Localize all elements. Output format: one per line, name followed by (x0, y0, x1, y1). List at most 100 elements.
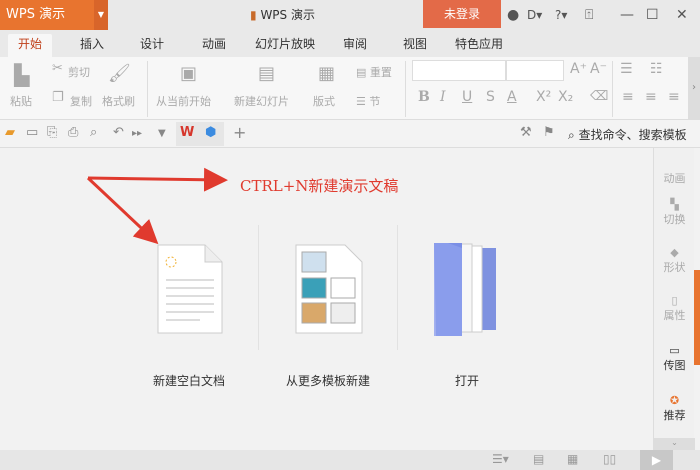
panel-animation[interactable]: 动画 (654, 170, 695, 186)
tab-animation[interactable]: 动画 (202, 34, 226, 57)
save-as-icon[interactable]: ⎘ (47, 125, 57, 140)
new-slide-button[interactable]: 新建幻灯片 (234, 93, 289, 109)
grow-font-icon[interactable]: A⁺ (570, 61, 587, 77)
tab-design[interactable]: 设计 (140, 34, 164, 57)
superscript-button[interactable]: X² (536, 89, 551, 105)
maximize-button[interactable]: ☐ (646, 0, 659, 30)
minimize-button[interactable]: — (620, 0, 634, 30)
format-painter-button[interactable]: 格式刷 (102, 93, 135, 109)
title-bar: WPS 演示 ▼ ▮ WPS 演示 未登录 ● D▾ ?▾ ⍐ — ☐ ✕ (0, 0, 700, 30)
dropdown-icon[interactable]: ▼ (158, 128, 166, 139)
shrink-font-icon[interactable]: A⁻ (590, 61, 607, 77)
upload-icon[interactable]: ⍐ (585, 0, 593, 30)
arrow-right (87, 167, 228, 192)
tab-insert[interactable]: 插入 (80, 34, 104, 57)
play-slideshow-button[interactable]: ▶ (640, 450, 673, 470)
from-current-button[interactable]: 从当前开始 (156, 93, 211, 109)
ribbon-tabs: 开始 插入 设计 动画 幻灯片放映 审阅 视图 特色应用 (0, 30, 700, 57)
wps-home-icon[interactable]: W (180, 125, 194, 140)
underline-button[interactable]: U (462, 89, 472, 105)
font-color-button[interactable]: A (507, 89, 517, 105)
ribbon: ▙ 粘贴 ✂ 剪切 ❐ 复制 🖌 格式刷 ▣ 从当前开始 ▤ 新建幻灯片 ▦ 版… (0, 57, 700, 120)
search-commands[interactable]: ⌕ 查找命令、搜索模板 (568, 126, 687, 143)
badge-icon: ✪ (669, 394, 680, 407)
reset-label: 重置 (369, 66, 392, 79)
properties-icon: ▯ (671, 294, 678, 307)
layout-button[interactable]: 版式 (313, 93, 335, 109)
open-label[interactable]: 打开 (455, 372, 479, 389)
panel-upload-image[interactable]: ▭ 传图 (654, 344, 695, 373)
app-menu-button[interactable]: WPS 演示 ▼ (0, 0, 108, 30)
panel-scroll-down[interactable]: ⌄ (654, 438, 695, 450)
paste-button[interactable]: 粘贴 (10, 93, 32, 109)
skin-icon[interactable]: ● (507, 0, 519, 30)
scissors-icon: ✂ (52, 61, 63, 76)
image-icon: ▭ (669, 344, 680, 357)
reset-button[interactable]: ▤ 重置 (356, 64, 392, 80)
bold-button[interactable]: B (418, 89, 430, 105)
divider (258, 225, 259, 350)
cloud-cube-icon[interactable]: ⬢ (205, 125, 216, 140)
print-icon[interactable]: ⎙ (68, 125, 78, 140)
panel-recommend-label: 推荐 (663, 409, 686, 422)
font-size-select[interactable] (506, 60, 564, 81)
template-document-icon (295, 244, 363, 334)
new-blank-label[interactable]: 新建空白文档 (153, 372, 225, 389)
copy-button[interactable]: 复制 (70, 93, 92, 109)
divider (405, 61, 406, 117)
subscript-button[interactable]: X₂ (558, 89, 573, 105)
panel-recommend[interactable]: ✪ 推荐 (654, 394, 695, 423)
save-icon[interactable]: ▭ (26, 125, 38, 140)
login-button[interactable]: 未登录 (423, 0, 501, 28)
print-preview-icon[interactable]: ⌕ (90, 125, 97, 140)
new-from-template-label[interactable]: 从更多模板新建 (286, 372, 370, 389)
tab-special[interactable]: 特色应用 (455, 34, 503, 57)
right-task-panel: 动画 ▚ 切换 ◆ 形状 ▯ 属性 ▭ 传图 ✪ 推荐 ⌄ (653, 148, 695, 450)
italic-button[interactable]: I (440, 89, 446, 105)
font-name-select[interactable] (412, 60, 506, 81)
divider (147, 61, 148, 117)
tab-slideshow[interactable]: 幻灯片放映 (255, 34, 315, 57)
panel-upload-label: 传图 (663, 359, 686, 372)
numbered-list-icon[interactable]: ☷ (650, 61, 663, 77)
panel-shape-label: 形状 (663, 261, 686, 274)
add-tab-icon[interactable]: + (233, 123, 246, 142)
chevron-down-icon[interactable]: ▼ (94, 0, 108, 30)
open-folder-icon[interactable]: ▰ (5, 125, 15, 140)
bullet-list-icon[interactable]: ☰ (620, 61, 633, 77)
cut-button[interactable]: 剪切 (68, 64, 90, 80)
panel-animation-label: 动画 (663, 172, 686, 185)
tab-start[interactable]: 开始 (8, 34, 53, 57)
panel-collapse-handle[interactable] (694, 270, 700, 365)
panel-transition[interactable]: ▚ 切换 (654, 198, 695, 227)
strikethrough-button[interactable]: S (486, 89, 495, 105)
undo-icon[interactable]: ↶ (113, 125, 124, 140)
section-button[interactable]: ☰ 节 (356, 93, 380, 109)
normal-view-icon[interactable]: ▤ (533, 452, 544, 466)
flag-icon[interactable]: ⚑ (543, 125, 555, 140)
align-center-icon[interactable]: ≡ (645, 89, 657, 105)
panel-properties[interactable]: ▯ 属性 (654, 294, 695, 323)
help-icon[interactable]: ?▾ (555, 0, 567, 30)
tools-icon[interactable]: ⚒ (520, 125, 532, 140)
slideshow-icon: ▣ (180, 63, 198, 84)
shortcut-hint: CTRL+N新建演示文稿 (240, 177, 399, 195)
new-blank-card[interactable] (145, 235, 235, 395)
feedback-icon[interactable]: D▾ (527, 0, 542, 30)
section-label: 节 (369, 95, 381, 108)
search-label: 查找命令、搜索模板 (578, 128, 687, 142)
divider (397, 225, 398, 350)
slide-sorter-icon[interactable]: ▦ (567, 452, 578, 466)
more-icon[interactable]: ▸▸ (132, 128, 142, 139)
tab-view[interactable]: 视图 (403, 34, 427, 57)
tab-review[interactable]: 审阅 (343, 34, 367, 57)
reading-view-icon[interactable]: ▯▯ (603, 452, 616, 466)
clear-format-icon[interactable]: ⌫ (590, 89, 608, 104)
align-right-icon[interactable]: ≡ (668, 89, 680, 105)
paste-icon[interactable]: ▙ (14, 63, 29, 87)
close-button[interactable]: ✕ (676, 0, 688, 30)
align-left-icon[interactable]: ≡ (622, 89, 634, 105)
notes-icon[interactable]: ☰▾ (492, 452, 509, 466)
panel-shape[interactable]: ◆ 形状 (654, 246, 695, 275)
ribbon-scroll-right[interactable]: › (688, 57, 700, 119)
